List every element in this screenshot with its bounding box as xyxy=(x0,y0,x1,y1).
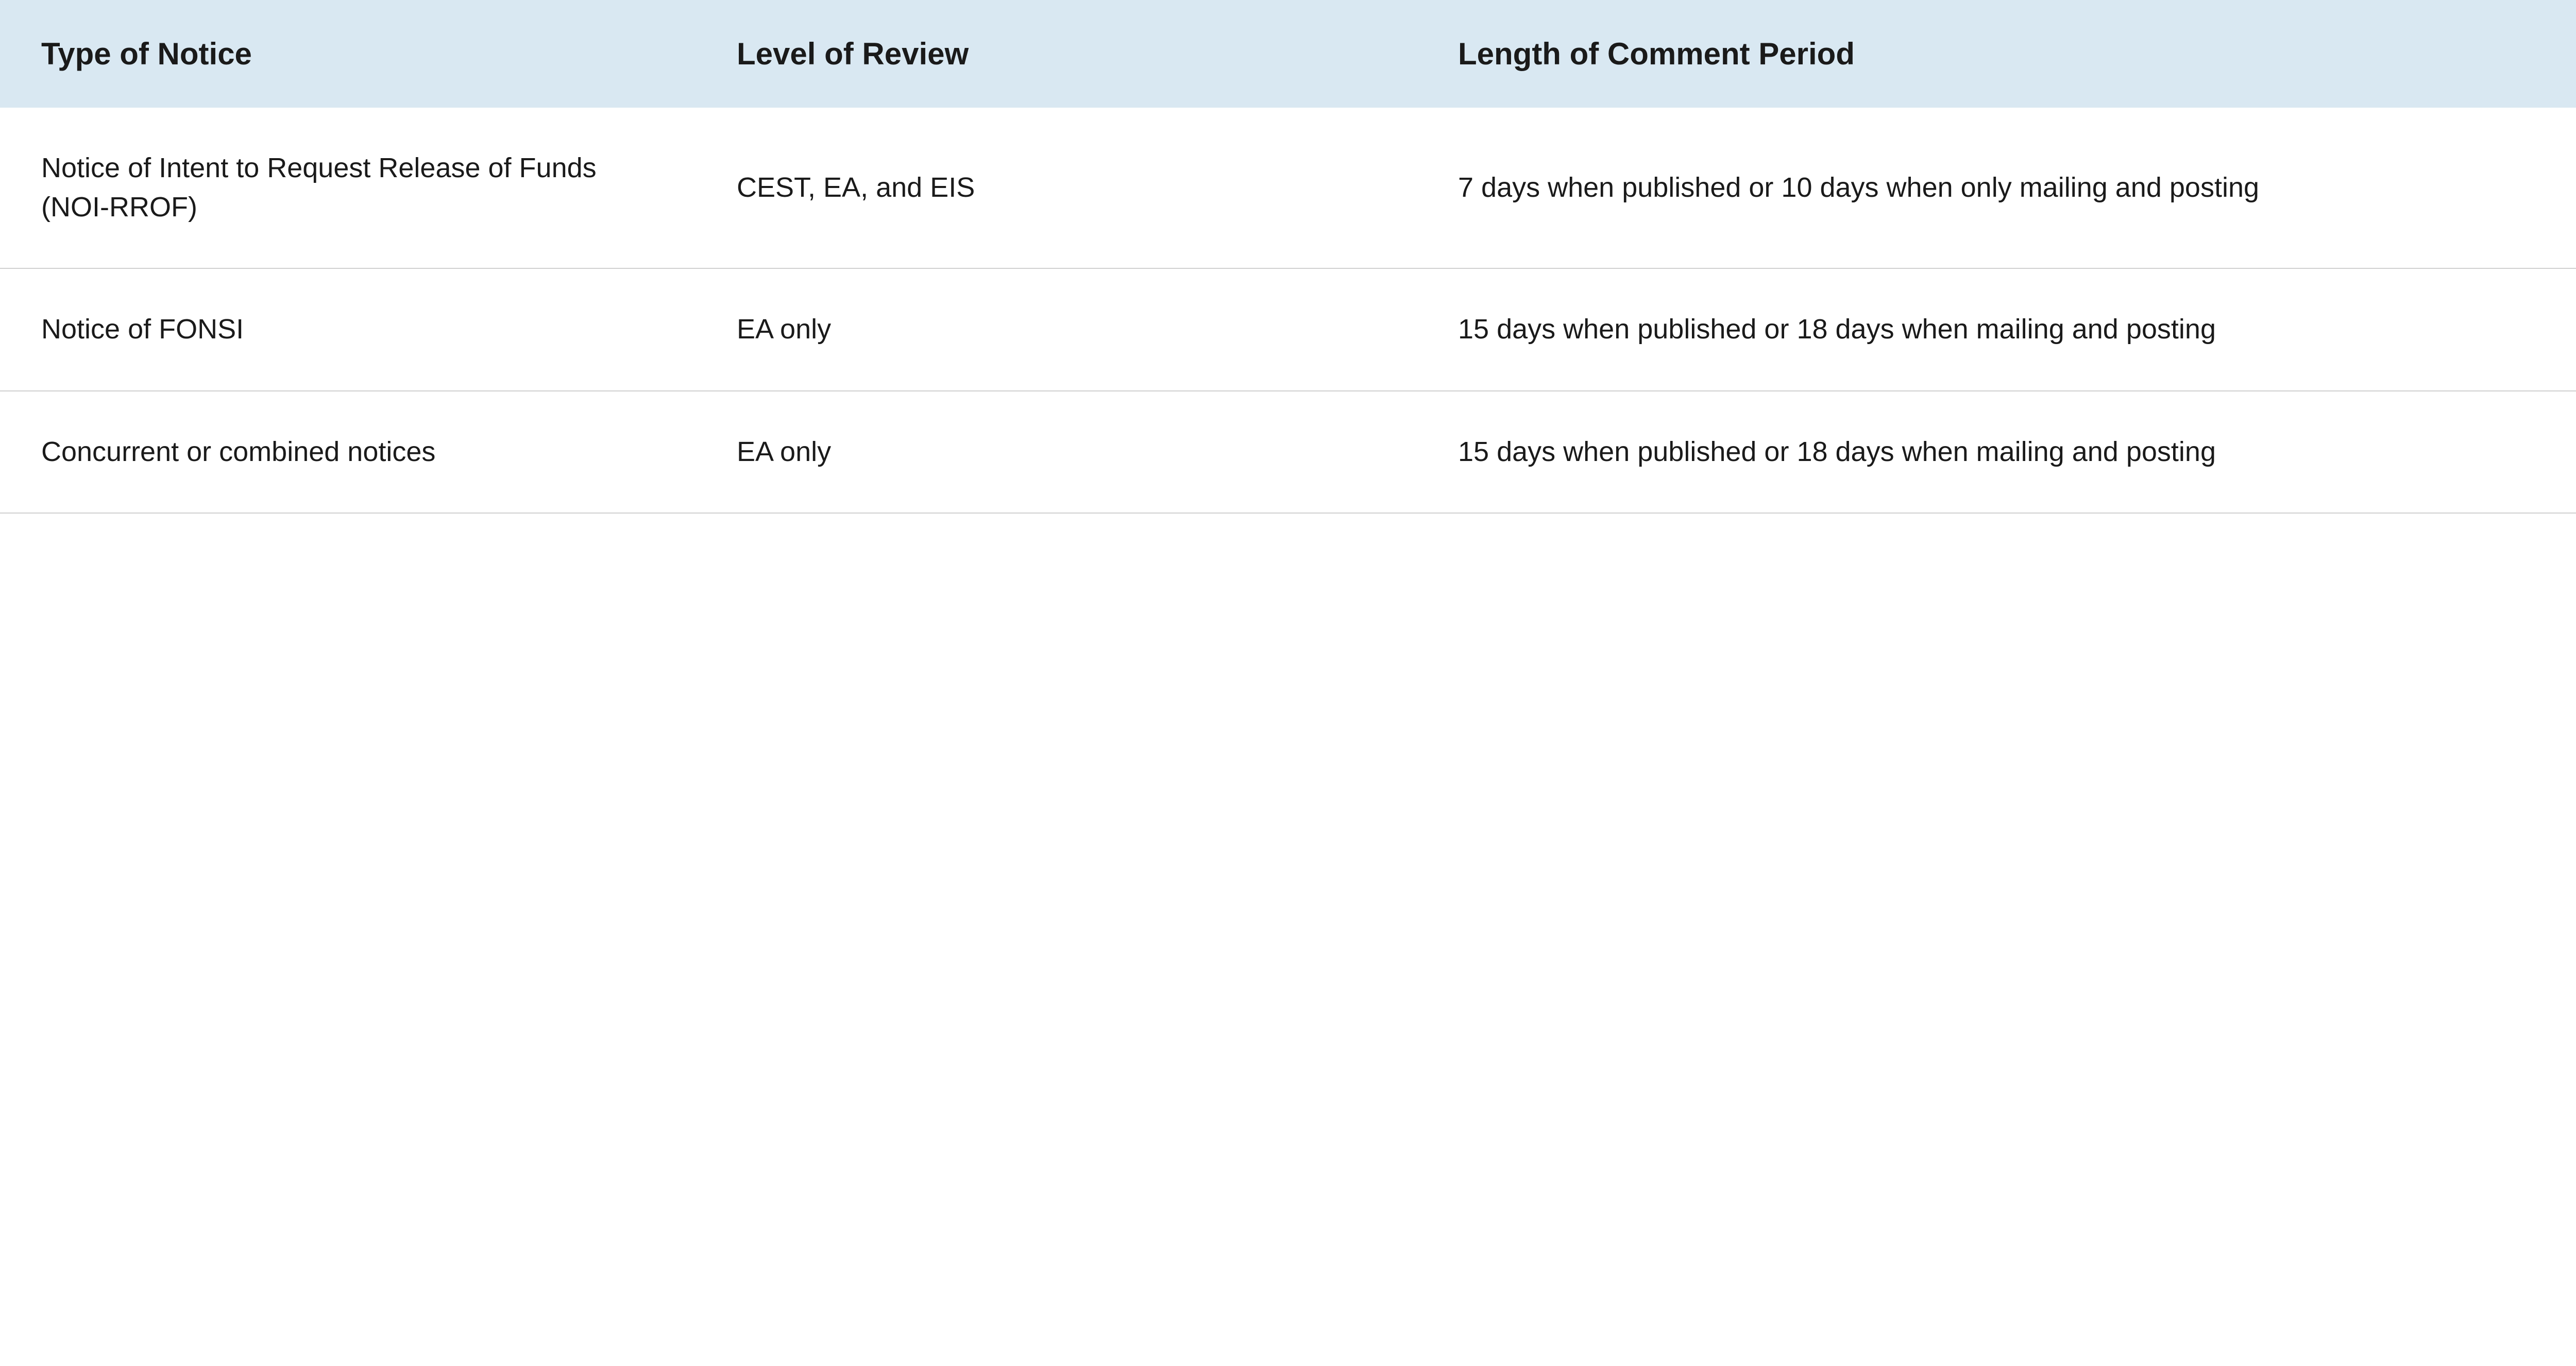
cell-length: 7 days when published or 10 days when on… xyxy=(1417,108,2576,268)
cell-length: 15 days when published or 18 days when m… xyxy=(1417,391,2576,514)
cell-type: Notice of FONSI xyxy=(0,268,696,391)
table-row: Concurrent or combined notices EA only 1… xyxy=(0,391,2576,514)
cell-type: Concurrent or combined notices xyxy=(0,391,696,514)
table-row: Notice of Intent to Request Release of F… xyxy=(0,108,2576,268)
header-level-of-review: Level of Review xyxy=(696,0,1417,108)
table-row: Notice of FONSI EA only 15 days when pub… xyxy=(0,268,2576,391)
header-length-of-comment-period: Length of Comment Period xyxy=(1417,0,2576,108)
cell-level: EA only xyxy=(696,268,1417,391)
header-type-of-notice: Type of Notice xyxy=(0,0,696,108)
table-header-row: Type of Notice Level of Review Length of… xyxy=(0,0,2576,108)
notice-table: Type of Notice Level of Review Length of… xyxy=(0,0,2576,514)
cell-level: EA only xyxy=(696,391,1417,514)
cell-length: 15 days when published or 18 days when m… xyxy=(1417,268,2576,391)
cell-level: CEST, EA, and EIS xyxy=(696,108,1417,268)
cell-type: Notice of Intent to Request Release of F… xyxy=(0,108,696,268)
